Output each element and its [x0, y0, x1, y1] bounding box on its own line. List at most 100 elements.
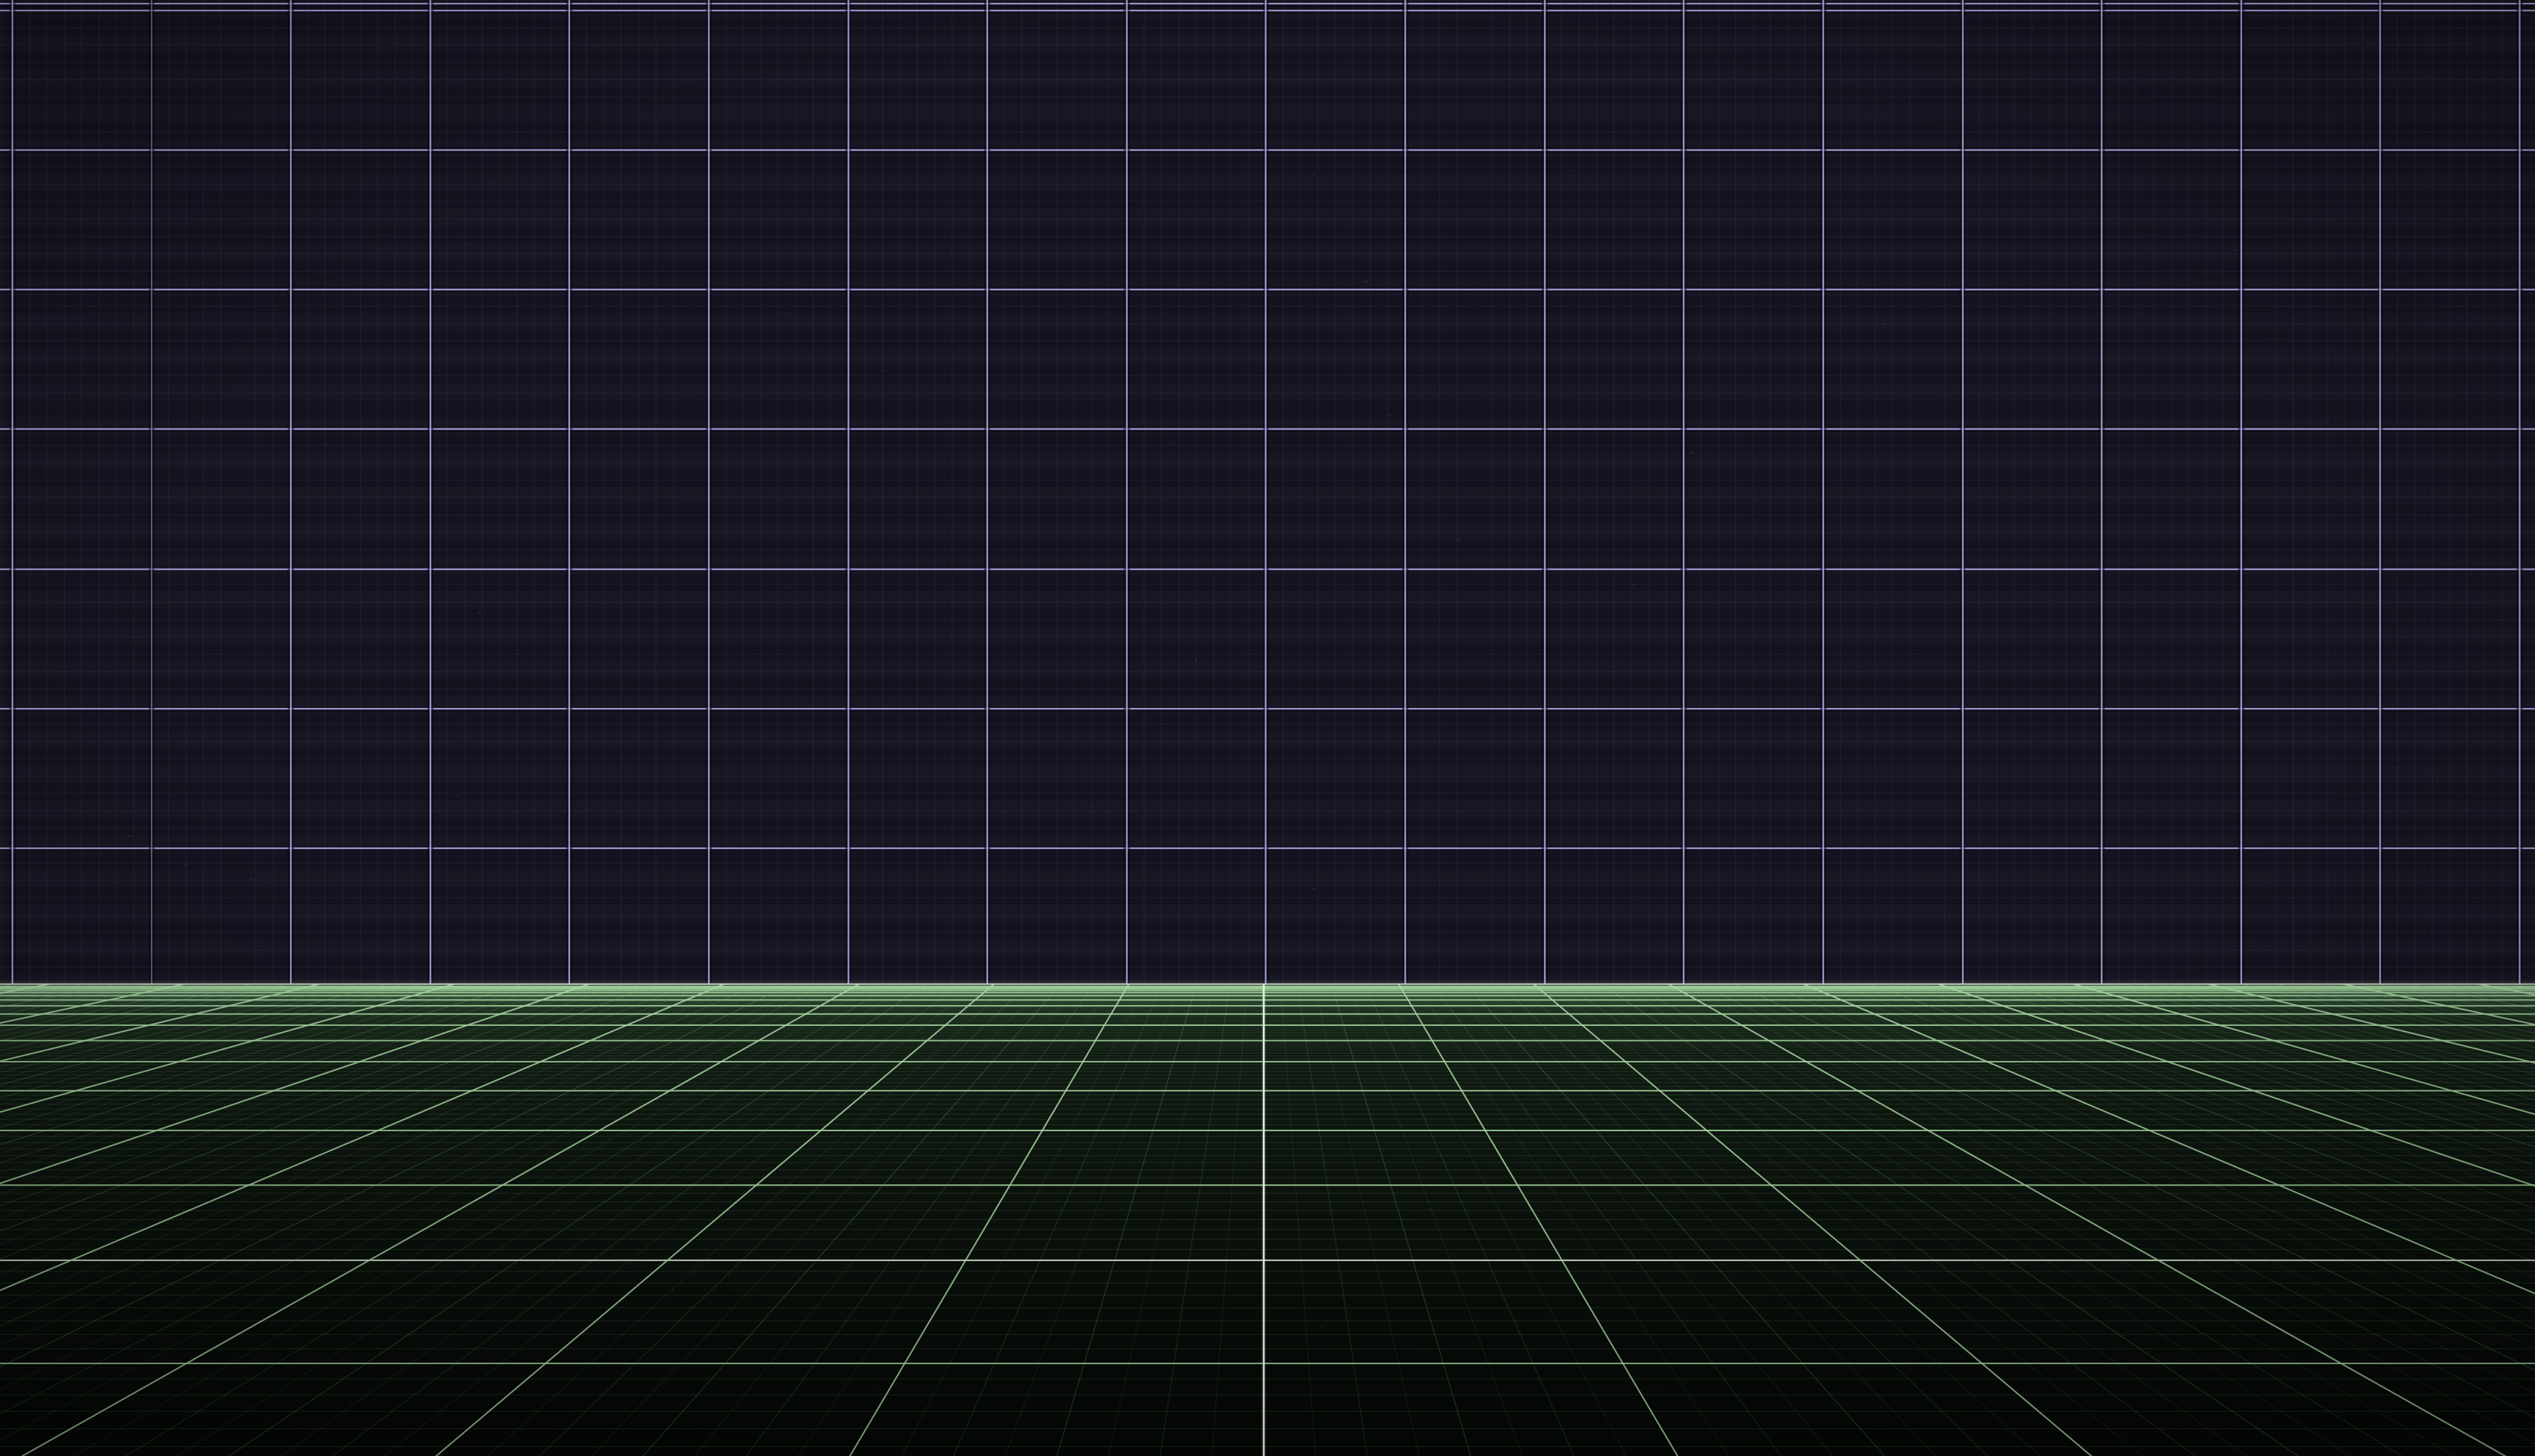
floor-grid-line: [1264, 756, 2535, 1456]
floor-grid-line: [0, 756, 1264, 1456]
floor-grid-line: [0, 756, 1264, 1456]
floor-grid-line: [1264, 756, 2200, 1456]
floor-grid-line: [0, 756, 1264, 1456]
floor-grid-line: [1264, 756, 2535, 1456]
floor-grid-line: [0, 756, 1264, 1456]
floor-grid-line: [1264, 756, 2535, 1456]
floor-grid-line: [1264, 756, 2535, 1456]
floor-grid-line: [1264, 756, 2535, 1456]
floor-grid-line: [0, 756, 1264, 1456]
floor-grid-line: [1264, 756, 2535, 1456]
floor-grid-line: [1264, 756, 2535, 1456]
floor-grid-line: [1264, 756, 2535, 1456]
floor-grid-line: [0, 756, 1264, 1456]
floor-grid-line: [0, 756, 1264, 1456]
floor-grid-line: [1264, 756, 2535, 1456]
floor-grid-line: [0, 756, 1264, 1456]
floor-grid-line: [0, 756, 1264, 1456]
floor-perspective-grid: [0, 0, 2535, 1456]
floor-grid-line: [1264, 756, 2535, 1456]
floor-grid-line: [1264, 756, 2535, 1456]
floor-grid-line: [1264, 756, 2535, 1456]
floor-grid-line: [989, 756, 1264, 1456]
floor-grid-line: [1264, 756, 2309, 1456]
floor-grid-line: [1264, 756, 1594, 1456]
floor-grid-line: [0, 756, 1264, 1456]
floor-grid-line: [0, 756, 1264, 1456]
floor-grid-line: [1264, 756, 1979, 1456]
floor-grid-line: [0, 756, 1264, 1456]
floor-grid-line: [1264, 756, 2535, 1456]
floor-grid-line: [1264, 756, 1484, 1456]
floor-grid-line: [1264, 756, 2535, 1456]
floor-grid-line: [1264, 756, 2535, 1456]
floor-grid-line: [1264, 756, 2535, 1456]
floor-grid-line: [1264, 756, 1539, 1456]
floor-grid-line: [1264, 756, 2535, 1456]
floor-grid-line: [1264, 756, 2535, 1456]
floor-grid-line: [1264, 756, 2535, 1456]
floor-grid-line: [1264, 756, 2535, 1456]
scene-background: [0, 0, 2535, 1456]
floor-grid-line: [1264, 756, 2535, 1456]
floor-grid-line: [0, 756, 1264, 1456]
floor-grid-line: [0, 756, 1264, 1456]
floor-grid-line: [0, 756, 1264, 1456]
floor-grid-line: [1264, 756, 2535, 1456]
floor-grid-line: [1264, 756, 2365, 1456]
floor-grid-line: [0, 756, 1264, 1456]
floor-grid-line: [0, 756, 1264, 1456]
floor-grid-line: [0, 756, 1264, 1456]
floor-grid-line: [0, 756, 1264, 1456]
floor-grid-line: [53, 756, 1264, 1456]
floor-grid-line: [1264, 756, 2254, 1456]
floor-grid-line: [273, 756, 1264, 1456]
floor-grid-line: [0, 756, 1264, 1456]
floor-grid-line: [604, 756, 1264, 1456]
floor-grid-line: [0, 756, 1264, 1456]
floor-grid-line: [1043, 756, 1264, 1456]
floor-grid-line: [878, 756, 1264, 1456]
floor-grid-line: [1264, 756, 2535, 1456]
floor-grid-line: [0, 756, 1264, 1456]
floor-grid-line: [1264, 756, 2475, 1456]
floor-grid-line: [1154, 756, 1264, 1456]
floor-grid-line: [0, 756, 1264, 1456]
floor-grid-line: [1264, 756, 1869, 1456]
floor-grid-line: [1264, 756, 2535, 1456]
floor-grid-line: [1264, 756, 2535, 1456]
floor-grid-line: [218, 756, 1264, 1456]
floor-grid-line: [0, 756, 1264, 1456]
floor-grid-line: [0, 756, 1264, 1456]
floor-grid-lines: [0, 756, 2535, 1456]
floor-grid-line: [0, 756, 1264, 1456]
floor-grid-line: [0, 756, 1264, 1456]
floor-grid-line: [0, 756, 1264, 1456]
floor-grid-line: [548, 756, 1264, 1456]
floor-grid-line: [1264, 756, 2535, 1456]
floor-grid-line: [1264, 756, 2535, 1456]
floor-grid-line: [1099, 756, 1264, 1456]
floor-grid-line: [713, 756, 1264, 1456]
floor-grid-line: [1264, 756, 1814, 1456]
floor-grid-line: [0, 756, 1264, 1456]
floor-grid-line: [0, 756, 1264, 1456]
floor-grid-line: [0, 756, 1264, 1456]
floor-grid-line: [1264, 756, 2535, 1456]
floor-grid-line: [0, 756, 1264, 1456]
floor-grid-line: [1264, 756, 2535, 1456]
floor-grid-line: [1264, 756, 2535, 1456]
floor-grid-line: [1264, 756, 1374, 1456]
floor-grid-line: [1264, 756, 2535, 1456]
floor-grid-line: [1264, 756, 2535, 1456]
floor-grid-line: [0, 756, 1264, 1456]
floor-grid-line: [0, 756, 1264, 1456]
floor-grid-line: [493, 756, 1264, 1456]
floor-grid-line: [0, 756, 1264, 1456]
floor-grid-line: [1264, 756, 2535, 1456]
floor-grid-line: [0, 756, 1264, 1456]
floor-grid-line: [1264, 756, 2535, 1456]
floor-grid-line: [1264, 756, 2535, 1456]
floor-grid-line: [934, 756, 1264, 1456]
floor-grid-line: [1264, 756, 2530, 1456]
